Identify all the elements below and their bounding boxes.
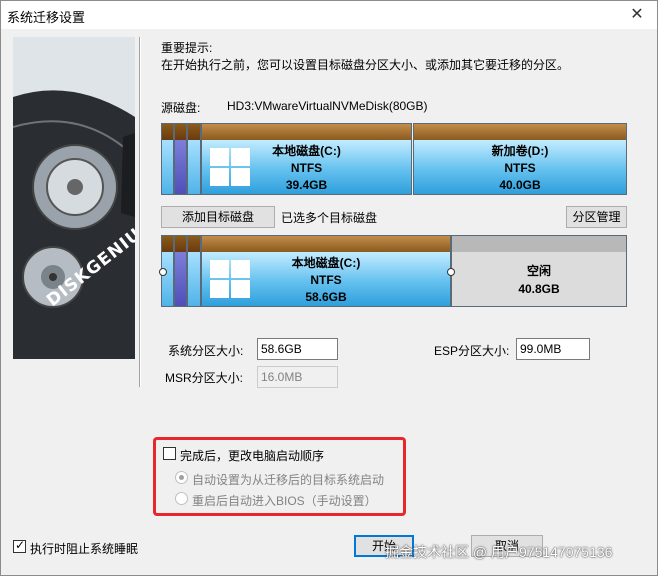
prevent-sleep-label: 执行时阻止系统睡眠 [30,542,139,556]
source-small-partition-2[interactable] [174,123,187,195]
target-free-space[interactable]: 空闲 40.8GB [451,235,627,307]
resize-handle-left-icon[interactable] [159,268,167,276]
hard-disk-illustration [13,37,135,359]
watermark: 掘金技术社区 @ 用户975147075136 [385,544,613,560]
selected-targets-text: 已选多个目标磁盘 [281,211,378,225]
source-disk-map: 本地磁盘(C:) NTFS 39.4GB 新加卷(D:) NTFS 40.0GB [161,123,627,195]
source-d-size: 40.0GB [499,178,541,192]
source-c-fs: NTFS [290,161,323,175]
target-free-label: 空闲 [526,264,551,278]
target-small-partition-3[interactable] [187,235,201,307]
target-small-partition-2[interactable] [174,235,187,307]
target-c-label: 本地磁盘(C:) [291,256,361,270]
vertical-divider [139,37,141,387]
source-small-partition-3[interactable] [187,123,201,195]
source-partition-c[interactable]: 本地磁盘(C:) NTFS 39.4GB [201,123,412,195]
target-c-fs: NTFS [310,273,342,287]
target-c-size: 58.6GB [305,290,347,304]
target-free-size: 40.8GB [518,282,560,296]
change-boot-order-label: 完成后，更改电脑启动顺序 [180,449,325,463]
prevent-sleep-checkbox[interactable] [13,538,26,553]
source-disk-label: 源磁盘: [161,101,201,115]
source-disk-name: HD3:VMwareVirtualNVMeDisk(80GB) [227,99,428,113]
source-c-label: 本地磁盘(C:) [272,144,341,158]
partition-management-button[interactable]: 分区管理 [566,206,627,228]
source-d-fs: NTFS [504,161,536,175]
msr-partition-size-label: MSR分区大小: [165,371,244,385]
esp-partition-size-input[interactable]: 99.0MB [516,338,590,360]
system-partition-size-input[interactable]: 58.6GB [257,338,338,360]
bios-boot-label: 重启后自动进入BIOS（手动设置） [192,494,377,508]
add-target-disk-button[interactable]: 添加目标磁盘 [161,206,275,228]
system-migration-dialog: 系统迁移设置 ✕ DISKGENIUS 重要提示: 在开始执行之前，您可以设置目… [0,0,658,576]
tip-title: 重要提示: [161,41,213,55]
resize-handle-right-icon[interactable] [447,268,455,276]
close-icon[interactable]: ✕ [625,5,649,25]
source-d-label: 新加卷(D:) [491,144,549,158]
tip-body: 在开始执行之前，您可以设置目标磁盘分区大小、或添加其它要迁移的分区。 [161,58,570,72]
msr-partition-size-input: 16.0MB [257,366,338,388]
source-partition-d[interactable]: 新加卷(D:) NTFS 40.0GB [413,123,627,195]
auto-boot-label: 自动设置为从迁移后的目标系统启动 [192,473,385,487]
diskgenius-side-banner: DISKGENIUS [13,37,135,359]
window-title: 系统迁移设置 [7,10,86,25]
esp-partition-size-label: ESP分区大小: [434,344,510,358]
bios-boot-radio [175,492,188,505]
system-partition-size-label: 系统分区大小: [168,344,244,358]
title-bar: 系统迁移设置 ✕ [1,1,657,29]
target-partition-c[interactable]: 本地磁盘(C:) NTFS 58.6GB [201,235,451,307]
auto-boot-radio [175,471,188,484]
source-small-partition-1[interactable] [161,123,174,195]
target-disk-map: 本地磁盘(C:) NTFS 58.6GB 空闲 40.8GB [159,235,627,307]
change-boot-order-checkbox[interactable] [163,447,176,460]
source-c-size: 39.4GB [285,178,328,192]
